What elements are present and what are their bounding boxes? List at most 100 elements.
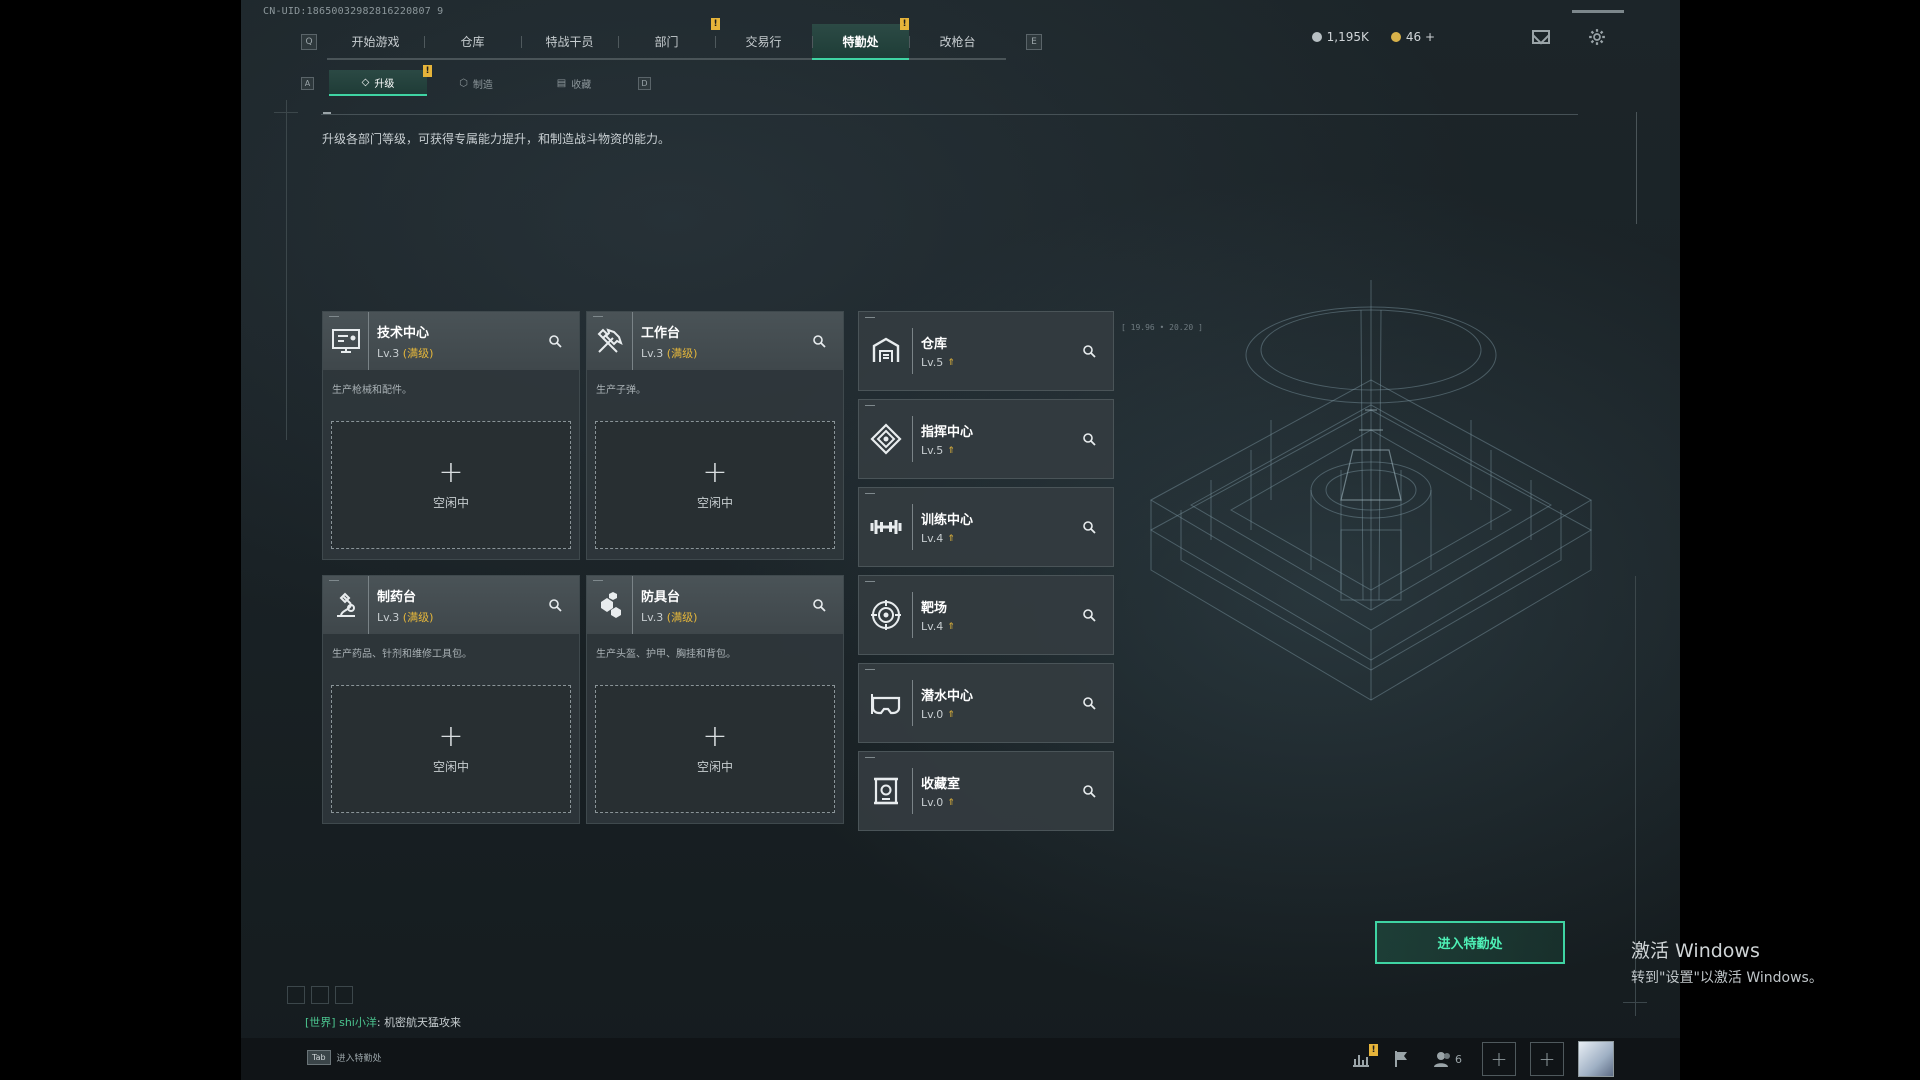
warehouse-icon (859, 328, 913, 374)
slot-status: 空闲中 (696, 495, 733, 510)
tab-start-game[interactable]: 开始游戏 (327, 24, 424, 60)
subnav-next-key-hint[interactable]: D (638, 76, 651, 90)
chat-user: shi小洋 (339, 1016, 377, 1029)
tab-department[interactable]: 部门 ! (618, 18, 720, 60)
tab-warehouse[interactable]: 仓库 (424, 24, 521, 60)
dept-row-command-center[interactable]: 指挥中心 Lv.5 ⇑ (858, 399, 1114, 479)
nav-next-key-hint[interactable]: E (1026, 34, 1042, 50)
player-uid: CN-UID:18650032982816220807 9 (263, 6, 444, 17)
page-description: 升级各部门等级，可获得专属能力提升，和制造战斗物资的能力。 (322, 132, 671, 146)
upgrade-arrow-icon: ⇑ (947, 621, 955, 632)
friends-count: 6 (1455, 1052, 1462, 1066)
dept-row-warehouse[interactable]: 仓库 Lv.5 ⇑ (858, 311, 1114, 391)
slot-status: 空闲中 (696, 759, 733, 774)
divider (321, 112, 1578, 115)
search-icon[interactable] (805, 591, 833, 619)
base-wireframe-illustration (1149, 280, 1593, 701)
silver-coin-icon (1311, 32, 1322, 42)
stats-icon[interactable]: ! (1348, 1044, 1378, 1072)
subtab-collection[interactable]: ▤ 收藏 (525, 70, 623, 96)
invite-slot-button[interactable]: + (1482, 1042, 1516, 1076)
dept-level: Lv.4 ⇑ (921, 620, 955, 633)
nav-prev-key-hint[interactable]: Q (301, 34, 317, 50)
chat-controls (287, 986, 353, 1004)
dept-description: 生产头盔、护甲、胸挂和背包。 (596, 649, 736, 660)
workbench-icon (587, 312, 633, 370)
dept-level: Lv.3 (满级) (377, 610, 434, 624)
tab-key: Tab (307, 1050, 331, 1065)
search-icon[interactable] (541, 591, 569, 619)
player-avatar[interactable] (1578, 1041, 1614, 1077)
production-slot[interactable]: + 空闲中 (331, 421, 571, 549)
currency-bar: 1,195K 46 + (1311, 30, 1435, 44)
dept-name: 工作台 (641, 325, 681, 341)
search-icon[interactable] (805, 327, 833, 355)
upgrade-arrow-icon: ⇑ (947, 797, 955, 808)
dept-row-shooting-range[interactable]: 靶场 Lv.4 ⇑ (858, 575, 1114, 655)
dept-card-pharmacy: 制药台 Lv.3 (满级) 生产药品、针剂和维修工具包。 + 空闲中 (322, 575, 580, 824)
tab-trading[interactable]: 交易行 (715, 24, 812, 60)
tab-gunsmith[interactable]: 改枪台 (909, 24, 1006, 60)
diving-center-icon (859, 680, 913, 726)
dept-row-collection-room[interactable]: 收藏室 Lv.0 ⇑ (858, 751, 1114, 831)
currency-silver[interactable]: 1,195K (1311, 30, 1369, 44)
tab-special-ops[interactable]: 特勤处 ! (812, 18, 909, 60)
sub-nav: A ◇ 升级 ! ⬡ 制造 ▤ 收藏 D (301, 65, 651, 96)
tab-operators[interactable]: 特战干员 (521, 24, 618, 60)
dept-card-tech-center: 技术中心 Lv.3 (满级) 生产枪械和配件。 + 空闲中 (322, 311, 580, 560)
dept-name: 防具台 (641, 589, 681, 605)
watermark-title: 激活 Windows (1631, 940, 1760, 962)
search-icon[interactable] (541, 327, 569, 355)
training-center-icon (859, 504, 913, 550)
top-decoration-line (1572, 10, 1624, 13)
dept-name: 制药台 (377, 589, 417, 605)
production-slot[interactable]: + 空闲中 (595, 421, 835, 549)
subtab-upgrade[interactable]: ◇ 升级 ! (329, 65, 432, 96)
production-slot[interactable]: + 空闲中 (331, 685, 571, 813)
card-header: 防具台 Lv.3 (满级) (587, 576, 843, 634)
slot-status: 空闲中 (432, 495, 469, 510)
dept-level: Lv.0 ⇑ (921, 708, 955, 721)
craft-icon: ⬡ (459, 77, 468, 89)
dept-row-diving-center[interactable]: 潜水中心 Lv.0 ⇑ (858, 663, 1114, 743)
frame-ticks (1631, 112, 1637, 224)
dept-name: 仓库 (921, 337, 948, 352)
armor-bench-icon (587, 576, 633, 634)
dept-level: Lv.3 (满级) (377, 346, 434, 360)
card-header: 技术中心 Lv.3 (满级) (323, 312, 579, 370)
plus-icon: + (438, 718, 464, 754)
flag-icon[interactable] (1388, 1046, 1414, 1072)
dept-name: 潜水中心 (921, 689, 974, 704)
game-viewport: CN-UID:18650032982816220807 9 Q 开始游戏 仓库 … (241, 0, 1680, 1080)
dept-name: 指挥中心 (921, 425, 974, 440)
invite-slot-button[interactable]: + (1530, 1042, 1564, 1076)
command-center-icon (859, 416, 913, 462)
gear-icon[interactable] (1588, 28, 1606, 46)
subnav-prev-key-hint[interactable]: A (301, 76, 314, 90)
currency-gold[interactable]: 46 + (1390, 30, 1435, 44)
windows-activation-watermark: 激活 Windows 转到"设置"以激活 Windows。 (1631, 936, 1823, 987)
chat-toggle-button[interactable] (335, 986, 353, 1004)
production-slot[interactable]: + 空闲中 (595, 685, 835, 813)
chat-toggle-button[interactable] (311, 986, 329, 1004)
tab-shortcut-label: 进入特勤处 (336, 1054, 382, 1064)
chat-toggle-button[interactable] (287, 986, 305, 1004)
dept-name: 收藏室 (921, 777, 961, 792)
chat-message[interactable]: [世界] shi小洋: 机密航天猛攻来 (305, 1014, 461, 1030)
enter-special-ops-button[interactable]: 进入特勤处 (1375, 921, 1565, 964)
collection-room-icon (859, 768, 913, 814)
dept-card-workbench: 工作台 Lv.3 (满级) 生产子弹。 + 空闲中 (586, 311, 844, 560)
upgrade-arrow-icon: ⇑ (947, 357, 955, 368)
dept-level: Lv.3 (满级) (641, 346, 698, 360)
friends-button[interactable]: 6 (1428, 1046, 1468, 1072)
mail-icon[interactable] (1532, 30, 1550, 44)
bottom-icon-tray: ! 6 + + (1348, 1040, 1614, 1078)
subtab-craft[interactable]: ⬡ 制造 (427, 70, 525, 96)
dept-name: 训练中心 (921, 513, 974, 528)
card-header: 工作台 Lv.3 (满级) (587, 312, 843, 370)
dept-row-training-center[interactable]: 训练中心 Lv.4 ⇑ (858, 487, 1114, 567)
upgrade-icon: ◇ (361, 76, 370, 88)
tab-shortcut-hint[interactable]: Tab 进入特勤处 (307, 1050, 382, 1065)
dept-level: Lv.0 ⇑ (921, 796, 955, 809)
dept-name: 技术中心 (377, 325, 430, 341)
